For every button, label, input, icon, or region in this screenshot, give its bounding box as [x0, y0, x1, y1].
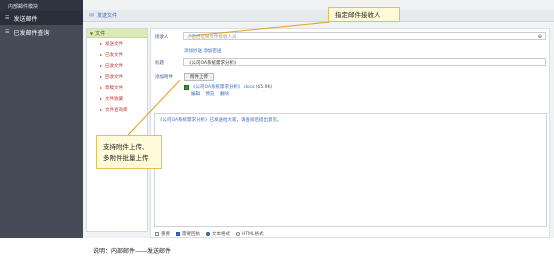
subject-input[interactable]: 《公司OA系统需求分析》 — [183, 58, 546, 66]
chevron-right-icon: ▸ — [100, 52, 103, 57]
add-cc-link[interactable]: 添加抄送 — [184, 49, 202, 54]
app-window: 内部邮件模块 ☰ 发送邮件 ☰ 已发邮件查询 ✉ 发送文件 ▼ 文件 ▸ 发送文件… — [0, 0, 554, 260]
panel-header: ✉ 发送文件 — [83, 10, 554, 22]
sidebar-item-sent-query[interactable]: ☰ 已发邮件查询 — [0, 25, 83, 39]
attachment-filename[interactable]: 《公司OA系统需求分析》.docx — [191, 84, 255, 90]
folder-item[interactable]: ▸ 已发文件 — [87, 49, 147, 60]
file-icon — [184, 84, 189, 90]
chevron-right-icon: ▸ — [100, 74, 103, 79]
chevron-right-icon: ▸ — [100, 63, 103, 68]
callout-recipient: 指定邮件接收人 — [328, 7, 400, 22]
main-panel: ✉ 发送文件 ▼ 文件 ▸ 发送文件 ▸ 已发文件 ▸ 已收文件 ▸ 回收文件 ▸ 草稿文… — [83, 0, 554, 238]
folder-item[interactable]: ▸ 发送文件 — [87, 38, 147, 49]
folder-item[interactable]: ▸ 已收文件 — [87, 60, 147, 71]
recipient-label: 接收人 — [155, 35, 169, 40]
mail-body-text: 《公司OA系统需求分析》已发送给大家，请查阅后提出意见。 — [158, 118, 282, 123]
chevron-right-icon: ▸ — [100, 85, 103, 90]
callout-attachment: 支持附件上传、 多附件批量上传 — [96, 135, 162, 169]
attachment-size: (65.9K) — [255, 84, 273, 90]
option-important[interactable]: 重要 — [155, 231, 170, 237]
sidebar-item-label: 已发邮件查询 — [13, 29, 50, 37]
checkbox[interactable] — [176, 232, 180, 236]
sidebar-title: 内部邮件模块 — [0, 0, 83, 11]
option-html-format[interactable]: HTML格式 — [236, 231, 264, 237]
radio[interactable] — [206, 232, 210, 236]
caret-down-icon: ▼ — [90, 30, 94, 36]
chevron-right-icon: ▸ — [100, 96, 103, 101]
radio[interactable] — [236, 232, 240, 236]
attachment-file: 《公司OA系统需求分析》.docx (65.9K) — [184, 84, 272, 90]
sidebar-item-send-mail[interactable]: ☰ 发送邮件 — [0, 11, 83, 25]
checkbox[interactable] — [155, 232, 159, 236]
chevron-right-icon: ▸ — [100, 41, 103, 46]
figure-caption: 说明：内部邮件——发送邮件 — [93, 248, 172, 255]
folder-item[interactable]: ▸ 回收文件 — [87, 71, 147, 82]
upload-button[interactable]: 附件上传 — [184, 73, 214, 81]
address-book-icon[interactable]: ⊕ — [538, 34, 542, 39]
sidebar: 内部邮件模块 ☰ 发送邮件 ☰ 已发邮件查询 — [0, 0, 83, 238]
folder-tree: ▼ 文件 ▸ 发送文件 ▸ 已发文件 ▸ 已收文件 ▸ 回收文件 ▸ 草稿文件 ▸ 文件收藏… — [86, 28, 148, 232]
add-bcc-link[interactable]: 添加密送 — [203, 49, 221, 54]
compose-form: 接收人 点击后选择文件接收人员 ⊕ 添加抄送 添加密送 标题 《公司OA系统需求… — [150, 28, 550, 238]
folder-item[interactable]: ▸ 文件查询库 — [87, 104, 147, 115]
option-read-receipt[interactable]: 需要回执 — [176, 231, 200, 237]
attachment-label: 添加附件 — [155, 75, 173, 80]
chevron-right-icon: ▸ — [100, 107, 103, 112]
delete-link[interactable]: 删除 — [220, 92, 229, 97]
tree-root-file[interactable]: ▼ 文件 — [87, 29, 147, 38]
folder-item[interactable]: ▸ 草稿文件 — [87, 82, 147, 93]
edit-link[interactable]: 编辑 — [191, 92, 200, 97]
list-icon: ☰ — [5, 15, 10, 21]
folder-item[interactable]: ▸ 文件收藏 — [87, 93, 147, 104]
preview-link[interactable]: 预览 — [205, 92, 214, 97]
mail-icon: ✉ — [89, 12, 95, 19]
sidebar-item-label: 发送邮件 — [13, 15, 38, 23]
option-text-format[interactable]: 文本格式 — [206, 231, 230, 237]
send-options: 重要 需要回执 文本格式 HTML格式 — [155, 231, 270, 237]
recipient-input[interactable]: 点击后选择文件接收人员 ⊕ — [183, 32, 546, 40]
list-icon: ☰ — [5, 29, 10, 35]
panel-title: 发送文件 — [97, 13, 118, 19]
mail-body-editor[interactable]: 《公司OA系统需求分析》已发送给大家，请查阅后提出意见。 — [154, 113, 547, 227]
subject-label: 标题 — [155, 61, 164, 66]
